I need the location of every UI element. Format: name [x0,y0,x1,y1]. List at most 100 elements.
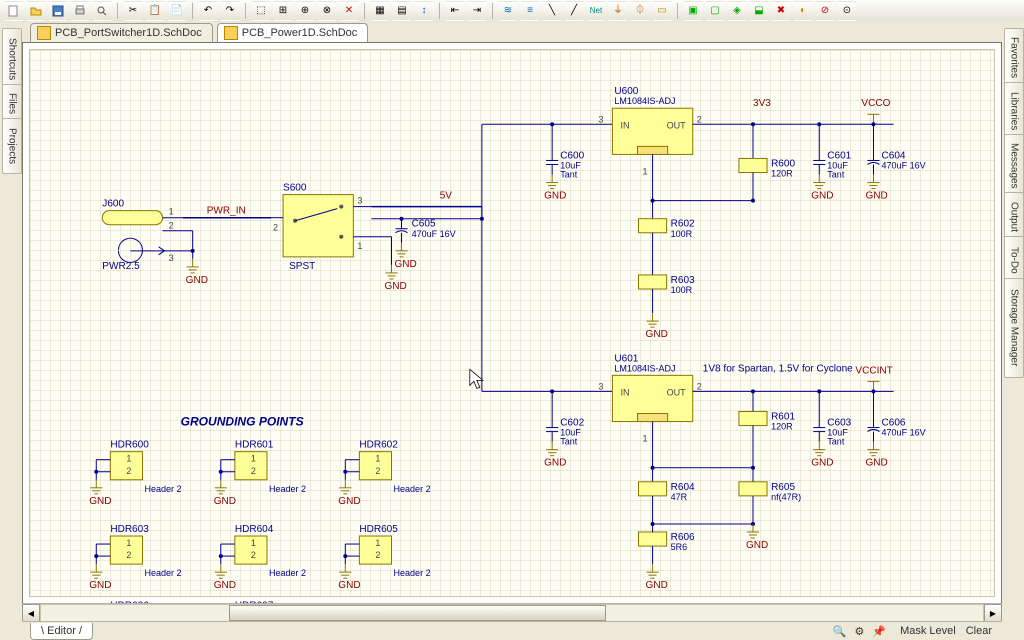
toolbar-btn-icon[interactable]: ▦ [370,1,390,21]
part-S600[interactable]: S600 SPST [283,183,353,272]
editor-tab[interactable]: \ Editor / [30,623,93,640]
clear-link[interactable]: Clear [966,625,992,637]
part-HDR605[interactable]: HDR60512Header 2 [345,524,430,578]
toolbar-wire-icon[interactable]: ≋ [498,1,518,21]
part-HDR604[interactable]: HDR60412Header 2 [221,524,306,578]
right-rail: Favorites Libraries Messages Output To-D… [1001,22,1024,640]
toolbar-gnd-icon[interactable]: ⏚ [608,1,628,21]
svg-text:GND: GND [89,496,111,507]
rail-projects[interactable]: Projects [2,118,22,174]
toolbar-btn-icon[interactable]: ◐ [793,1,813,21]
mask-level-link[interactable]: Mask Level [900,625,956,637]
tab-power[interactable]: PCB_Power1D.SchDoc [217,23,369,42]
scroll-right-icon[interactable]: ▶ [984,604,1002,622]
svg-text:GND: GND [544,191,566,202]
tab-portswitcher[interactable]: PCB_PortSwitcher1D.SchDoc [30,23,213,42]
svg-text:Header 2: Header 2 [269,568,306,578]
part-U601[interactable]: U601 LM1084IS-ADJ IN OUT [612,353,692,421]
svg-text:VCCO: VCCO [861,98,890,109]
svg-text:3: 3 [357,196,362,206]
gear-icon[interactable]: ⚙ [854,625,864,638]
svg-text:1: 1 [375,538,380,548]
rail-todo[interactable]: To-Do [1004,236,1024,284]
toolbar-btn-icon[interactable]: ⊘ [815,1,835,21]
svg-text:GND: GND [865,191,887,202]
schematic-sheet: J600 PWR2.5 1 2 3 PWR_IN GND [29,49,995,597]
pin-icon[interactable]: 📌 [872,625,886,638]
scroll-track[interactable] [40,604,984,622]
toolbar-btn-icon[interactable]: ✖ [771,1,791,21]
rail-storage[interactable]: Storage Manager [1004,278,1024,378]
svg-text:GND: GND [544,458,566,469]
part-HDR602[interactable]: HDR60212Header 2 [345,440,430,494]
part-HDR600[interactable]: HDR60012Header 2 [96,440,181,494]
toolbar-btn-icon[interactable]: ▢ [705,1,725,21]
rail-messages[interactable]: Messages [1004,134,1024,198]
svg-text:1: 1 [169,207,174,217]
svg-text:2: 2 [251,550,256,560]
toolbar-btn-icon[interactable]: ⇤ [445,1,465,21]
part-HDR603[interactable]: HDR60312Header 2 [96,524,181,578]
svg-text:470uF 16V: 470uF 16V [412,229,456,239]
svg-text:1: 1 [357,241,362,251]
svg-text:GND: GND [338,580,360,591]
toolbar-btn-icon[interactable]: ⊗ [317,1,337,21]
toolbar-btn-icon[interactable]: ◈ [727,1,747,21]
svg-text:GND: GND [214,496,236,507]
toolbar-btn-icon[interactable]: ↶ [198,1,218,21]
svg-text:2: 2 [126,550,131,560]
svg-text:1: 1 [251,454,256,464]
toolbar-open-icon[interactable] [26,1,46,21]
toolbar-btn-icon[interactable]: ↷ [220,1,240,21]
toolbar-part-icon[interactable]: ▭ [652,1,672,21]
svg-text:1: 1 [251,538,256,548]
toolbar-btn-icon[interactable]: ╲ [542,1,562,21]
toolbar-btn-icon[interactable]: ⊕ [295,1,315,21]
scroll-left-icon[interactable]: ◀ [22,604,40,622]
toolbar-new-icon[interactable] [4,1,24,21]
toolbar-btn-icon[interactable]: ✕ [339,1,359,21]
toolbar-btn-icon[interactable]: ↕ [414,1,434,21]
svg-text:HDR605: HDR605 [359,524,398,535]
rail-favorites[interactable]: Favorites [1004,28,1024,88]
svg-text:470uF 16V: 470uF 16V [882,160,926,170]
rail-shortcuts[interactable]: Shortcuts [2,28,22,90]
toolbar-btn-icon[interactable]: ⬚ [251,1,271,21]
toolbar-btn-icon[interactable]: ⇥ [467,1,487,21]
schematic-canvas[interactable]: J600 PWR2.5 1 2 3 PWR_IN GND [22,42,1002,604]
toolbar-btn-icon[interactable]: ✂ [123,1,143,21]
toolbar-btn-icon[interactable]: ▤ [392,1,412,21]
svg-text:2: 2 [273,223,278,233]
toolbar-vcc-icon[interactable]: ⏀ [630,1,650,21]
svg-text:IN: IN [620,120,629,130]
tab-label: PCB_Power1D.SchDoc [242,27,358,39]
h-scrollbar[interactable]: ◀ ▶ [22,603,1002,622]
toolbar-btn-icon[interactable]: 📋 [145,1,165,21]
toolbar-btn-icon[interactable]: ⬓ [749,1,769,21]
toolbar-btn-icon[interactable]: ╱ [564,1,584,21]
svg-text:GND: GND [811,458,833,469]
scroll-thumb[interactable] [229,605,606,621]
toolbar-net-icon[interactable]: Net [586,1,606,21]
svg-text:GND: GND [338,496,360,507]
toolbar-preview-icon[interactable] [92,1,112,21]
part-HDR601[interactable]: HDR60112Header 2 [221,440,306,494]
status-bar: \ Editor / 🔍 ⚙ 📌 Mask Level Clear [22,621,1002,640]
toolbar-btn-icon[interactable]: 📄 [167,1,187,21]
svg-text:GND: GND [186,275,208,286]
toolbar-bus-icon[interactable]: ≡ [520,1,540,21]
svg-text:GND: GND [214,580,236,591]
toolbar-btn-icon[interactable]: ⊞ [273,1,293,21]
rail-output[interactable]: Output [1004,192,1024,242]
search-icon[interactable]: 🔍 [833,625,847,638]
part-J600[interactable]: J600 PWR2.5 [102,199,164,272]
toolbar-save-icon[interactable] [48,1,68,21]
svg-text:OUT: OUT [667,387,687,397]
toolbar-btn-icon[interactable]: ▣ [683,1,703,21]
toolbar-print-icon[interactable] [70,1,90,21]
part-U600[interactable]: U600 LM1084IS-ADJ IN OUT [612,86,692,154]
svg-text:GND: GND [646,580,668,591]
svg-text:Header 2: Header 2 [394,568,431,578]
toolbar-btn-icon[interactable]: ⊙ [837,1,857,21]
rail-libraries[interactable]: Libraries [1004,82,1024,140]
